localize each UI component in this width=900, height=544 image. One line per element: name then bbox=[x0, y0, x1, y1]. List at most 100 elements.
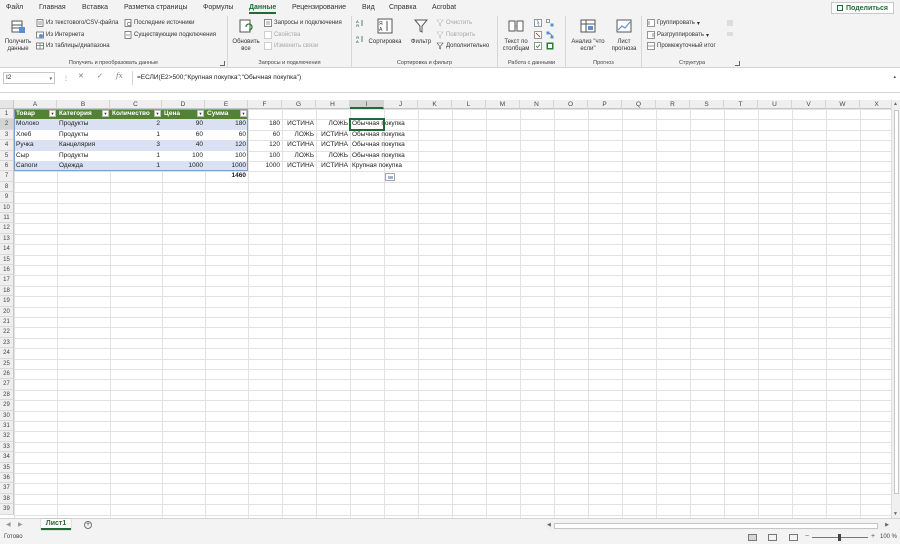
clear-filter-button[interactable]: Очистить bbox=[436, 18, 472, 28]
table-cell[interactable]: 2 bbox=[110, 119, 162, 130]
sort-button[interactable]: ЯA Сортировка bbox=[367, 18, 403, 46]
table-cell[interactable]: Канцелярия bbox=[57, 140, 110, 151]
column-header-n[interactable]: N bbox=[520, 100, 554, 109]
row-header-10[interactable]: 10 bbox=[0, 202, 14, 213]
group-rows-button[interactable]: Группировать ▾ bbox=[647, 18, 700, 28]
page-layout-view-icon[interactable] bbox=[768, 534, 777, 541]
column-header-c[interactable]: C bbox=[110, 100, 162, 109]
scroll-down-icon[interactable]: ▼ bbox=[893, 511, 898, 517]
cell-g[interactable]: ИСТИНА bbox=[282, 161, 316, 171]
cell-h[interactable]: ИСТИНА bbox=[316, 161, 350, 171]
table-header-cell[interactable]: Количество ▼ bbox=[110, 109, 162, 120]
tab-file[interactable]: Файл bbox=[6, 4, 23, 11]
table-cell[interactable]: 1000 bbox=[162, 161, 205, 172]
from-text-csv-button[interactable]: Из текстового/CSV-файла bbox=[36, 18, 118, 28]
column-header-g[interactable]: G bbox=[282, 100, 316, 109]
row-header-28[interactable]: 28 bbox=[0, 389, 14, 401]
cell-g[interactable]: ИСТИНА bbox=[282, 140, 316, 150]
worksheet-grid[interactable]: ABCDEFGHIJKLMNOPQRSTUVWX 1 2 3 4 5 6 7 8 9 10 11 12… bbox=[0, 100, 891, 518]
table-cell[interactable]: Хлеб bbox=[14, 129, 57, 141]
cell-f[interactable]: 100 bbox=[248, 151, 282, 161]
column-header-p[interactable]: P bbox=[588, 100, 622, 109]
queries-connections-button[interactable]: Запросы и подключения bbox=[264, 18, 342, 28]
advanced-filter-button[interactable]: Дополнительно bbox=[436, 41, 489, 51]
filter-dropdown-icon[interactable]: ▼ bbox=[49, 110, 56, 117]
cell-i[interactable]: Обычная покупка bbox=[350, 130, 405, 140]
scroll-right-icon[interactable]: ▶ bbox=[885, 522, 889, 528]
cell-f[interactable]: 120 bbox=[248, 140, 282, 150]
cell-g[interactable]: ИСТИНА bbox=[282, 119, 316, 129]
table-cell[interactable]: 1 bbox=[110, 129, 162, 141]
column-header-f[interactable]: F bbox=[248, 100, 282, 109]
table-cell[interactable]: 120 bbox=[205, 140, 248, 151]
row-header-31[interactable]: 31 bbox=[0, 421, 14, 432]
column-header-j[interactable]: J bbox=[384, 100, 418, 109]
consolidate-button[interactable] bbox=[546, 18, 554, 28]
column-header-v[interactable]: V bbox=[792, 100, 826, 109]
scroll-up-icon[interactable]: ▲ bbox=[893, 101, 898, 107]
cell-f[interactable]: 1000 bbox=[248, 161, 282, 171]
horizontal-scrollbar[interactable]: ◀ ▶ bbox=[546, 522, 890, 530]
reapply-button[interactable]: Повторить bbox=[436, 30, 475, 40]
table-cell[interactable]: Одежда bbox=[57, 161, 110, 172]
table-cell[interactable]: Сыр bbox=[14, 150, 57, 161]
data-model-button[interactable] bbox=[546, 41, 554, 51]
table-header-cell[interactable]: Товар ▼ bbox=[14, 109, 57, 120]
table-cell[interactable]: Продукты bbox=[57, 119, 110, 130]
row-header-25[interactable]: 25 bbox=[0, 358, 14, 369]
table-cell[interactable]: 1000 bbox=[205, 161, 248, 172]
zoom-in-icon[interactable]: + bbox=[871, 533, 875, 540]
scroll-left-icon[interactable]: ◀ bbox=[547, 522, 551, 528]
chevron-down-icon[interactable]: ▾ bbox=[49, 74, 52, 84]
edit-links-button[interactable]: Изменить связи bbox=[264, 41, 318, 51]
cancel-icon[interactable]: ✕ bbox=[78, 72, 84, 80]
row-header-24[interactable]: 24 bbox=[0, 348, 14, 359]
sort-az-button[interactable]: AЯ bbox=[356, 18, 364, 28]
tab-acrobat[interactable]: Acrobat bbox=[432, 4, 456, 11]
filter-dropdown-icon[interactable]: ▼ bbox=[197, 110, 204, 117]
show-detail-button[interactable] bbox=[726, 18, 734, 28]
select-all-corner[interactable] bbox=[0, 100, 14, 109]
cell-h[interactable]: ИСТИНА bbox=[316, 140, 350, 150]
table-cell[interactable]: 60 bbox=[162, 129, 205, 141]
row-header-18[interactable]: 18 bbox=[0, 285, 14, 297]
row-header-36[interactable]: 36 bbox=[0, 473, 14, 484]
row-header-9[interactable]: 9 bbox=[0, 192, 14, 203]
table-cell[interactable]: Сапоги bbox=[14, 161, 57, 172]
cells-area[interactable]: Товар ▼ Категория ▼ Количество ▼ Цена ▼ Сумма ▼ Мо… bbox=[14, 109, 891, 518]
filter-dropdown-icon[interactable]: ▼ bbox=[102, 110, 109, 117]
enter-icon[interactable]: ✓ bbox=[97, 72, 103, 80]
properties-button[interactable]: Свойства bbox=[264, 30, 300, 40]
row-header-1[interactable]: 1 bbox=[0, 109, 14, 120]
hide-detail-button[interactable] bbox=[726, 30, 734, 40]
vertical-scroll-thumb[interactable] bbox=[894, 110, 899, 494]
zoom-slider-knob[interactable] bbox=[838, 534, 841, 541]
launcher-icon[interactable] bbox=[735, 61, 740, 66]
remove-duplicates-button[interactable] bbox=[534, 30, 542, 40]
horizontal-scroll-thumb[interactable] bbox=[554, 523, 878, 529]
flash-fill-button[interactable] bbox=[534, 18, 542, 28]
row-header-38[interactable]: 38 bbox=[0, 493, 14, 505]
launcher-icon[interactable] bbox=[220, 61, 225, 66]
formula-input[interactable]: =ЕСЛИ(E2>500;"Крупная покупка";"Обычная … bbox=[132, 71, 892, 85]
row-header-26[interactable]: 26 bbox=[0, 369, 14, 380]
table-cell[interactable]: 1 bbox=[110, 150, 162, 161]
ungroup-button[interactable]: Разгруппировать ▾ bbox=[647, 30, 709, 40]
fx-icon[interactable]: fx bbox=[116, 72, 123, 80]
relationships-button[interactable] bbox=[546, 30, 554, 40]
row-header-37[interactable]: 37 bbox=[0, 483, 14, 494]
row-header-22[interactable]: 22 bbox=[0, 327, 14, 338]
row-header-32[interactable]: 32 bbox=[0, 431, 14, 442]
column-header-u[interactable]: U bbox=[758, 100, 792, 109]
row-header-8[interactable]: 8 bbox=[0, 181, 14, 193]
subtotal-button[interactable]: Промежуточный итог bbox=[647, 41, 716, 51]
normal-view-icon[interactable] bbox=[748, 534, 757, 541]
tab-review[interactable]: Рецензирование bbox=[292, 4, 346, 11]
column-header-d[interactable]: D bbox=[162, 100, 205, 109]
table-header-cell[interactable]: Сумма ▼ bbox=[205, 109, 248, 120]
column-header-a[interactable]: A bbox=[14, 100, 57, 109]
column-header-e[interactable]: E bbox=[205, 100, 248, 109]
table-header-cell[interactable]: Категория ▼ bbox=[57, 109, 110, 120]
cell-i[interactable]: Обычная покупка bbox=[350, 151, 405, 161]
table-cell[interactable]: Продукты bbox=[57, 129, 110, 141]
